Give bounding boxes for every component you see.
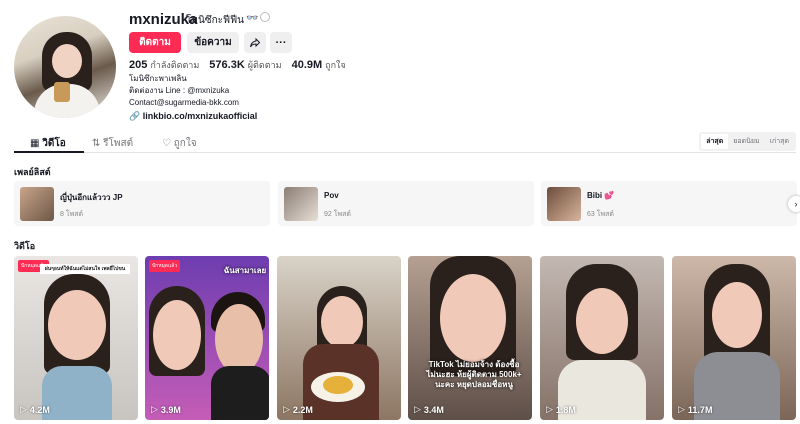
tab-liked[interactable]: ♡ ถูกใจ — [162, 136, 197, 151]
likes-stat: 40.9M ถูกใจ — [291, 59, 346, 71]
video-card[interactable]: ▷ 1.8M — [540, 256, 664, 420]
play-icon: ▷ — [414, 404, 421, 414]
video-card[interactable]: ▷ 11.7M — [672, 256, 796, 420]
more-icon[interactable]: ··· — [270, 32, 292, 53]
glasses-emoji: 👓 — [246, 13, 259, 24]
link-icon: 🔗 — [129, 111, 141, 121]
playlist-card[interactable]: Bibi 💕 63 โพสต์ — [541, 181, 797, 226]
video-caption: ผ่นๆอนท์ให้ฉันแต่ไม่สนใจ เพลยี่ไปขน — [40, 264, 130, 274]
view-count: ▷ 1.8M — [546, 404, 576, 415]
videos-heading: วิดีโอ — [14, 241, 36, 251]
share-icon[interactable] — [244, 32, 266, 53]
info-icon[interactable] — [260, 12, 270, 22]
playlist-card[interactable]: Pov 92 โพสต์ — [278, 181, 534, 226]
view-count: ▷ 11.7M — [678, 404, 713, 415]
play-icon: ▷ — [20, 404, 27, 414]
profile-tabs: ▦ วิดีโอ ⇅ รีโพสต์ ♡ ถูกใจ ล่าสุด ยอดนิย… — [14, 130, 796, 153]
view-count: ▷ 2.2M — [283, 404, 313, 415]
sort-latest[interactable]: ล่าสุด — [701, 134, 729, 149]
profile-bio: โมนิซึกะพาเพลิน ติดต่องาน Line : @mxnizu… — [129, 74, 239, 107]
view-count: ▷ 3.4M — [414, 404, 444, 415]
video-card[interactable]: TikTok ไม่ยอมจ้าง ต้องซื้อไม่นะฮะ ห้ยผู้… — [408, 256, 532, 420]
pinned-badge: ปักหมุดแล้ว — [149, 260, 181, 272]
view-count: ▷ 4.2M — [20, 404, 50, 415]
profile-nickname: โมนิซึกะฟีฟีน — [186, 15, 245, 26]
play-icon: ▷ — [546, 404, 553, 414]
playlist-thumbnail — [284, 187, 318, 221]
video-card[interactable]: ปักหมุดแล้ว ผ่นๆอนท์ให้ฉันแต่ไม่สนใจ เพล… — [14, 256, 138, 420]
repost-icon: ⇅ — [92, 138, 101, 149]
sort-oldest[interactable]: เก่าสุด — [765, 134, 794, 149]
profile-link[interactable]: 🔗 linkbio.co/mxnizukaofficial — [129, 111, 257, 122]
tab-reposts[interactable]: ⇅ รีโพสต์ — [92, 136, 133, 151]
play-icon: ▷ — [283, 404, 290, 414]
playlist-card[interactable]: ญี่ปุ่นอีกแล้ววว JP 8 โพสต์ — [14, 181, 270, 226]
video-caption: ฉันสามาเลย — [223, 266, 267, 275]
profile-stats: 205 กำลังติดตาม 576.3K ผู้ติดตาม 40.9M ถูกใ… — [129, 58, 346, 72]
playlist-thumbnail — [20, 187, 54, 221]
video-card[interactable]: ▷ 2.2M — [277, 256, 401, 420]
tab-videos[interactable]: ▦ วิดีโอ — [30, 136, 66, 151]
following-stat[interactable]: 205 กำลังติดตาม — [129, 58, 199, 72]
playlist-title: ญี่ปุ่นอีกแล้ววว JP — [60, 193, 123, 202]
active-tab-indicator — [14, 151, 84, 153]
playlist-count: 63 โพสต์ — [587, 211, 614, 218]
view-count: ▷ 3.9M — [151, 404, 181, 415]
playlists-heading: เพลย์ลิสต์ — [14, 167, 51, 177]
play-icon: ▷ — [678, 404, 685, 414]
playlist-title: Pov — [324, 191, 339, 200]
chevron-right-icon[interactable]: › — [788, 196, 800, 212]
sort-toggle: ล่าสุด ยอดนิยม เก่าสุด — [699, 132, 796, 151]
followers-stat[interactable]: 576.3K ผู้ติดตาม — [209, 58, 281, 72]
playlist-thumbnail — [547, 187, 581, 221]
message-button[interactable]: ข้อความ — [187, 32, 239, 53]
profile-avatar[interactable] — [14, 16, 116, 118]
playlist-count: 8 โพสต์ — [60, 211, 84, 218]
playlist-count: 92 โพสต์ — [324, 211, 351, 218]
follow-button[interactable]: ติดตาม — [129, 32, 181, 53]
heart-icon: ♡ — [162, 138, 171, 149]
video-card[interactable]: ปักหมุดแล้ว ฉันสามาเลย ▷ 3.9M — [145, 256, 269, 420]
playlist-title: Bibi 💕 — [587, 191, 615, 200]
play-icon: ▷ — [151, 404, 158, 414]
video-caption: TikTok ไม่ยอมจ้าง ต้องซื้อไม่นะฮะ ห้ยผู้… — [426, 360, 522, 389]
grid-icon: ▦ — [30, 138, 40, 149]
sort-popular[interactable]: ยอดนิยม — [728, 134, 764, 149]
